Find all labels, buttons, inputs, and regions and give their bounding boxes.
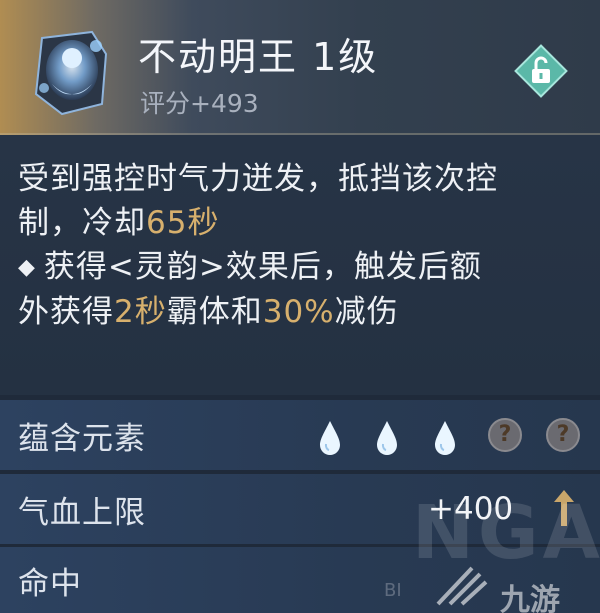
- water-drop-icon: [377, 421, 397, 455]
- item-score: 评分+493: [140, 89, 259, 118]
- jiuyou-logo-icon: [436, 566, 488, 606]
- water-drop-icon: [320, 421, 340, 455]
- elements-label: 蕴含元素: [18, 420, 146, 457]
- item-title: 不动明王 1级: [138, 35, 379, 79]
- description-line: ◆ 获得<灵韵>效果后，触发后额: [18, 249, 482, 285]
- hit-label: 命中: [18, 565, 82, 602]
- cooldown-value: 65秒: [146, 205, 220, 241]
- item-header: 不动明王 1级 评分+493: [0, 0, 600, 135]
- description-line: 受到强控时气力迸发，抵挡该次控: [18, 161, 498, 197]
- watermark-small: BI: [384, 580, 402, 601]
- fudong-mingwang-emblem-icon: [34, 30, 108, 116]
- bullet-icon: ◆: [18, 255, 36, 280]
- hp-label: 气血上限: [18, 494, 146, 531]
- jiuyou-watermark: 九游: [500, 583, 560, 613]
- description-line: 制，冷却65秒: [18, 205, 220, 241]
- superarmor-duration: 2秒: [114, 294, 167, 330]
- unlock-icon[interactable]: [511, 41, 571, 101]
- skill-description: 受到强控时气力迸发，抵挡该次控 制，冷却65秒 ◆ 获得<灵韵>效果后，触发后额 …: [0, 135, 600, 395]
- damage-reduction-value: 30%: [262, 294, 335, 330]
- unknown-element-icon[interactable]: ?: [488, 418, 522, 452]
- water-drop-icon: [435, 421, 455, 455]
- unknown-element-icon[interactable]: ?: [546, 418, 580, 452]
- description-line: 外获得2秒霸体和30%减伤: [18, 294, 399, 330]
